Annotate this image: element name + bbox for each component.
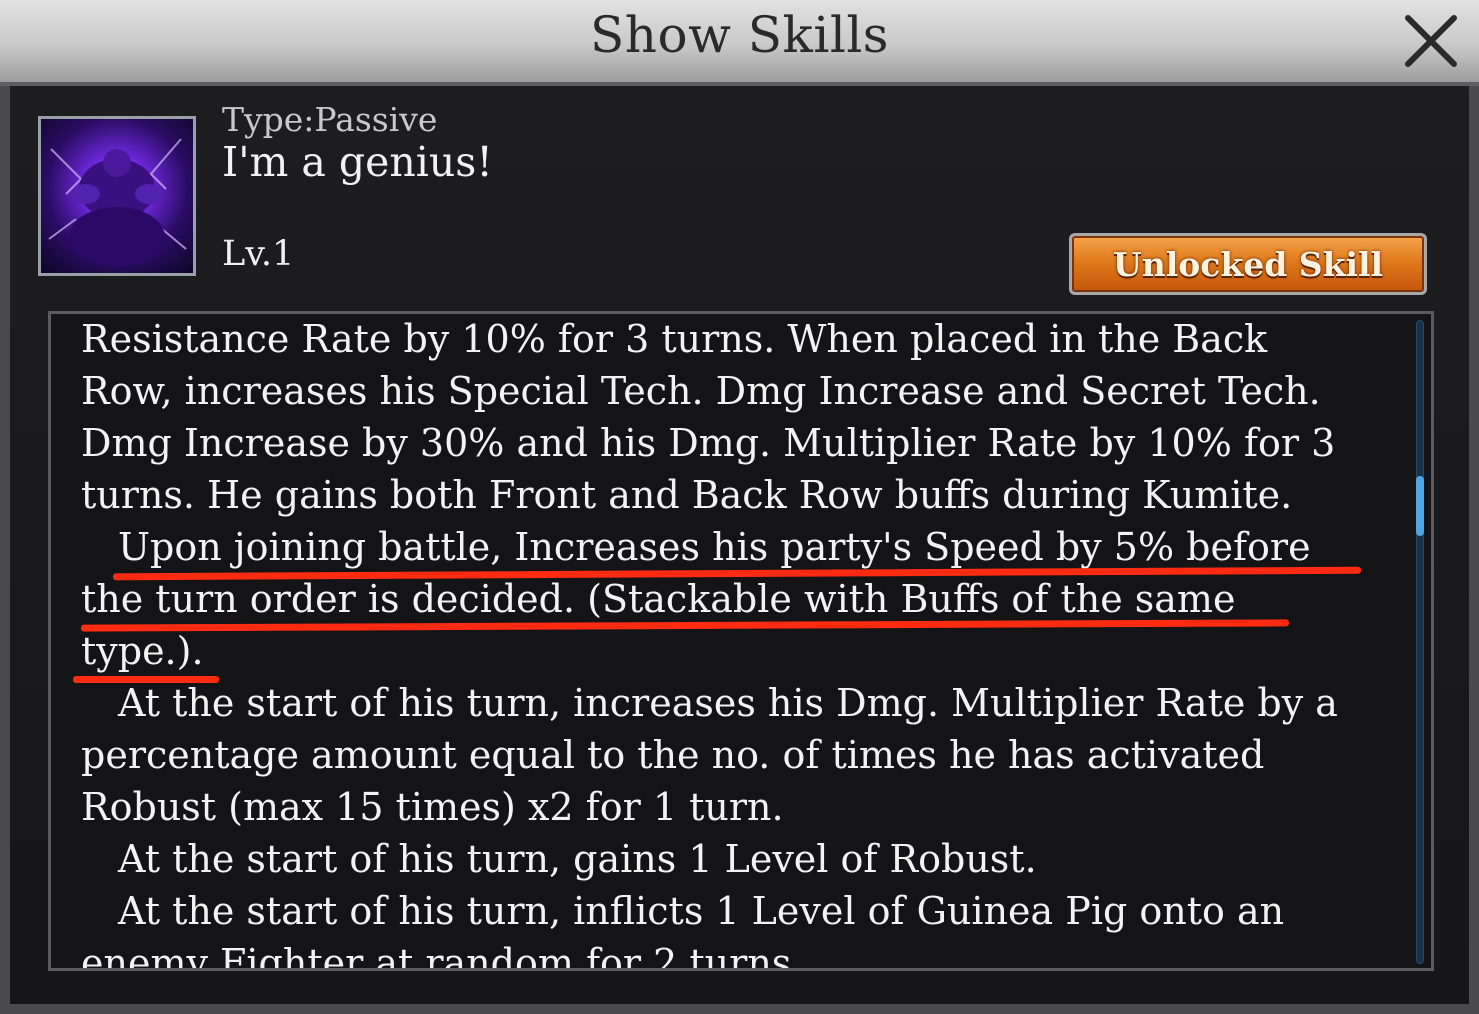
skill-level: Lv.1	[222, 234, 295, 274]
scrollbar-thumb[interactable]	[1416, 476, 1424, 536]
description-line: Dmg Increase by 30% and his Dmg. Multipl…	[81, 421, 1336, 465]
skill-description-panel[interactable]: Resistance Rate by 10% for 3 turns. When…	[48, 311, 1434, 971]
unlocked-skill-button[interactable]: Unlocked Skill	[1069, 233, 1427, 295]
description-line: percentage amount equal to the no. of ti…	[81, 733, 1265, 777]
close-icon	[1405, 15, 1457, 67]
description-line: turns. He gains both Front and Back Row …	[81, 473, 1293, 517]
description-line: Robust (max 15 times) x2 for 1 turn.	[81, 785, 784, 829]
description-line: enemy Fighter at random for 2 turns.	[81, 941, 804, 971]
description-line: the turn order is decided. (Stackable wi…	[81, 577, 1236, 621]
skill-type: Type:Passive	[222, 100, 438, 139]
description-line: type.).	[81, 629, 204, 673]
description-line: Row, increases his Special Tech. Dmg Inc…	[81, 369, 1321, 413]
unlocked-skill-label: Unlocked Skill	[1112, 244, 1384, 284]
close-button[interactable]	[1398, 8, 1464, 74]
skill-dialog: Show Skills Type:Passive I'm a genius! L…	[0, 0, 1479, 1014]
dialog-title: Show Skills	[590, 6, 889, 64]
description-line: Upon joining battle, Increases his party…	[118, 525, 1311, 569]
description-line: At the start of his turn, inflicts 1 Lev…	[118, 889, 1285, 933]
description-line: At the start of his turn, increases his …	[118, 681, 1338, 725]
scrollbar-track[interactable]	[1416, 320, 1424, 964]
highlight-underline	[73, 676, 219, 683]
skill-description: Resistance Rate by 10% for 3 turns. When…	[81, 314, 1401, 971]
dialog-header: Show Skills	[0, 0, 1479, 86]
skill-portrait-icon	[38, 116, 196, 276]
description-line: Resistance Rate by 10% for 3 turns. When…	[81, 317, 1268, 361]
description-line: At the start of his turn, gains 1 Level …	[118, 837, 1037, 881]
skill-name: I'm a genius!	[222, 138, 493, 186]
